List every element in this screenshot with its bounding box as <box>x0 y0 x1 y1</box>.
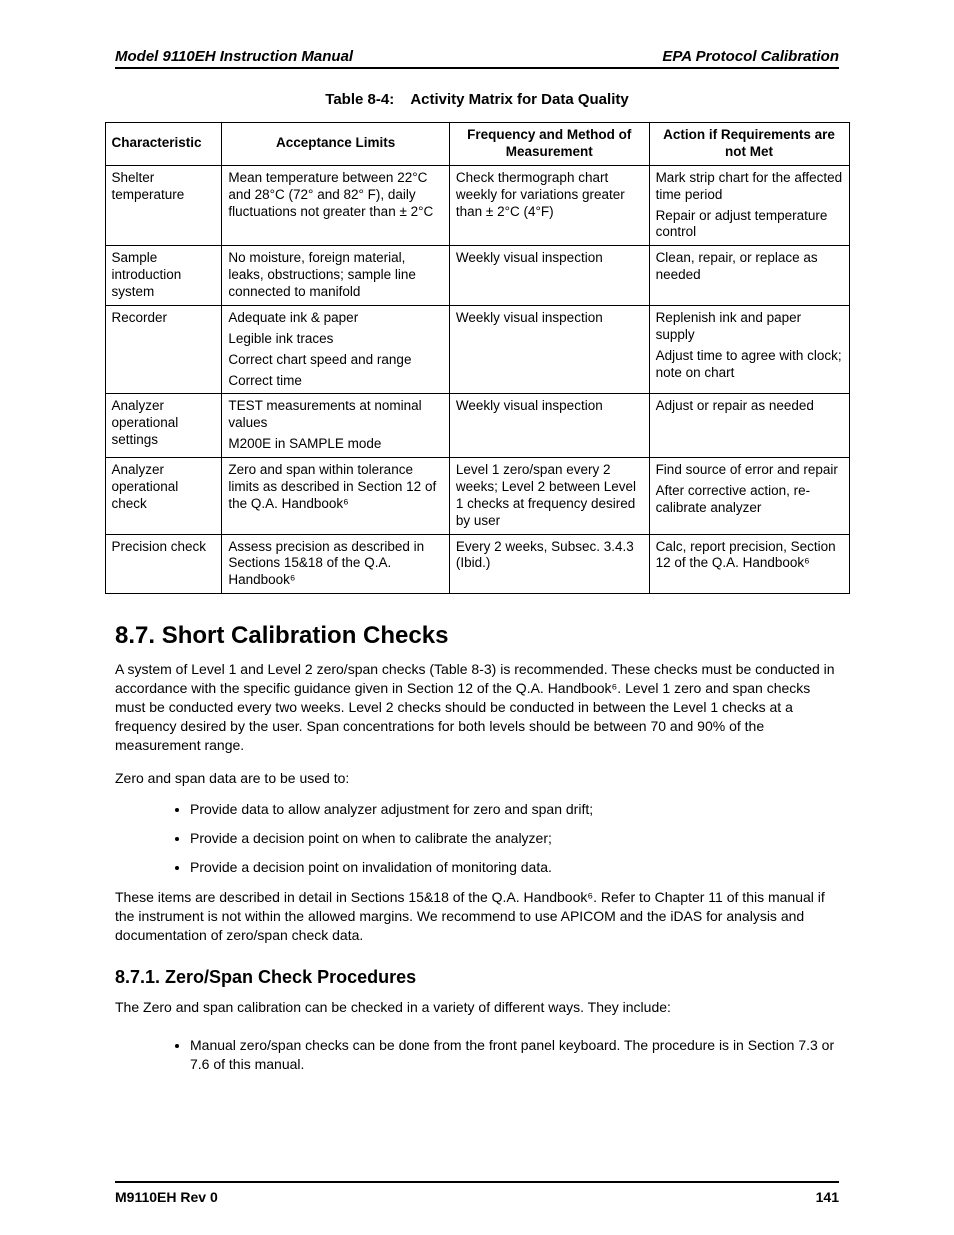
cell-text: Legible ink traces <box>228 331 443 348</box>
footer-left: M9110EH Rev 0 <box>115 1189 218 1205</box>
table-header-row: Characteristic Acceptance Limits Frequen… <box>105 123 849 166</box>
page-footer: M9110EH Rev 0 141 <box>60 1181 894 1205</box>
content-area: 8.7. Short Calibration Checks A system o… <box>60 612 894 1084</box>
cell-acceptance: Assess precision as described in Section… <box>222 534 450 594</box>
cell-text: M200E in SAMPLE mode <box>228 436 443 453</box>
cell-text: Adjust time to agree with clock; note on… <box>656 348 843 382</box>
cell-action: Find source of error and repair After cor… <box>649 458 849 535</box>
paragraph: The Zero and span calibration can be che… <box>115 998 839 1017</box>
list-item: Provide data to allow analyzer adjustmen… <box>190 795 839 824</box>
table-row: Analyzer operational settingsTEST measur… <box>105 394 849 458</box>
cell-characteristic: Recorder <box>105 305 222 394</box>
cell-text: Adjust or repair as needed <box>656 398 843 415</box>
cell-text: Adequate ink & paper <box>228 310 443 327</box>
paragraph: A system of Level 1 and Level 2 zero/spa… <box>115 660 839 754</box>
document-page: Model 9110EH Instruction Manual EPA Prot… <box>0 0 954 1235</box>
col-header-acceptance: Acceptance Limits <box>222 123 450 166</box>
cell-text: Assess precision as described in Section… <box>228 539 443 590</box>
header-separator <box>115 67 839 69</box>
table-caption-label: Table 8-4: <box>325 91 394 108</box>
cell-text: Weekly visual inspection <box>456 398 643 415</box>
activity-matrix-table: Characteristic Acceptance Limits Frequen… <box>105 122 850 594</box>
cell-text: Weekly visual inspection <box>456 250 643 267</box>
table-caption-title: Activity Matrix for Data Quality <box>410 91 628 108</box>
cell-frequency: Check thermograph chart weekly for varia… <box>449 165 649 246</box>
cell-action: Mark strip chart for the affected time p… <box>649 165 849 246</box>
list-item: Provide a decision point on invalidation… <box>190 853 839 882</box>
cell-text: Replenish ink and paper supply <box>656 310 843 344</box>
cell-frequency: Weekly visual inspection <box>449 305 649 394</box>
cell-acceptance: TEST measurements at nominal values M200E… <box>222 394 450 458</box>
cell-text: Calc, report precision, Section 12 of th… <box>656 539 843 573</box>
table-caption: Table 8-4: Activity Matrix for Data Qual… <box>60 91 894 108</box>
page-header: Model 9110EH Instruction Manual EPA Prot… <box>60 48 894 67</box>
cell-action: Clean, repair, or replace as needed <box>649 246 849 306</box>
cell-text: Repair or adjust temperature control <box>656 208 843 242</box>
bullet-list: Manual zero/span checks can be done from… <box>115 1031 839 1079</box>
col-header-characteristic: Characteristic <box>105 123 222 166</box>
cell-text: Clean, repair, or replace as needed <box>656 250 843 284</box>
cell-frequency: Every 2 weeks, Subsec. 3.4.3 (Ibid.) <box>449 534 649 594</box>
cell-text: Correct time <box>228 373 443 390</box>
footer-right: 141 <box>816 1189 839 1205</box>
header-left: Model 9110EH Instruction Manual <box>115 48 353 65</box>
cell-characteristic: Shelter temperature <box>105 165 222 246</box>
cell-text: Zero and span within tolerance limits as… <box>228 462 443 513</box>
cell-characteristic: Analyzer operational settings <box>105 394 222 458</box>
cell-text: TEST measurements at nominal values <box>228 398 443 432</box>
cell-frequency: Weekly visual inspection <box>449 394 649 458</box>
table-row: Sample introduction systemNo moisture, f… <box>105 246 849 306</box>
table-row: Recorder Adequate ink & paper Legible ink … <box>105 305 849 394</box>
cell-frequency: Weekly visual inspection <box>449 246 649 306</box>
cell-text: Correct chart speed and range <box>228 352 443 369</box>
cell-text: Check thermograph chart weekly for varia… <box>456 170 643 221</box>
footer-separator <box>115 1181 839 1183</box>
header-right: EPA Protocol Calibration <box>662 48 839 65</box>
cell-frequency: Level 1 zero/span every 2 weeks; Level 2… <box>449 458 649 535</box>
col-header-frequency: Frequency and Method of Measurement <box>449 123 649 166</box>
table-row: Analyzer operational checkZero and span … <box>105 458 849 535</box>
table-row: Precision checkAssess precision as descr… <box>105 534 849 594</box>
cell-acceptance: Zero and span within tolerance limits as… <box>222 458 450 535</box>
bullet-list: Provide data to allow analyzer adjustmen… <box>115 795 839 882</box>
cell-text: After corrective action, re-calibrate an… <box>656 483 843 517</box>
cell-text: Mark strip chart for the affected time p… <box>656 170 843 204</box>
cell-action: Calc, report precision, Section 12 of th… <box>649 534 849 594</box>
cell-text: Every 2 weeks, Subsec. 3.4.3 (Ibid.) <box>456 539 643 573</box>
cell-acceptance: No moisture, foreign material, leaks, ob… <box>222 246 450 306</box>
cell-characteristic: Sample introduction system <box>105 246 222 306</box>
subsection-heading: 8.7.1. Zero/Span Check Procedures <box>115 967 839 988</box>
cell-text: No moisture, foreign material, leaks, ob… <box>228 250 443 301</box>
list-item: Provide a decision point on when to cali… <box>190 824 839 853</box>
cell-acceptance: Adequate ink & paper Legible ink traces Co… <box>222 305 450 394</box>
cell-action: Replenish ink and paper supply Adjust tim… <box>649 305 849 394</box>
table-body: Shelter temperatureMean temperature betw… <box>105 165 849 593</box>
cell-text: Mean temperature between 22°C and 28°C (… <box>228 170 443 221</box>
cell-characteristic: Analyzer operational check <box>105 458 222 535</box>
list-item: Manual zero/span checks can be done from… <box>190 1031 839 1079</box>
cell-acceptance: Mean temperature between 22°C and 28°C (… <box>222 165 450 246</box>
cell-text: Weekly visual inspection <box>456 310 643 327</box>
cell-characteristic: Precision check <box>105 534 222 594</box>
table-row: Shelter temperatureMean temperature betw… <box>105 165 849 246</box>
paragraph: These items are described in detail in S… <box>115 888 839 945</box>
cell-text: Level 1 zero/span every 2 weeks; Level 2… <box>456 462 643 530</box>
section-heading: 8.7. Short Calibration Checks <box>115 622 839 650</box>
cell-action: Adjust or repair as needed <box>649 394 849 458</box>
cell-text: Find source of error and repair <box>656 462 843 479</box>
col-header-action: Action if Requirements are not Met <box>649 123 849 166</box>
paragraph-lead: Zero and span data are to be used to: <box>115 769 839 788</box>
